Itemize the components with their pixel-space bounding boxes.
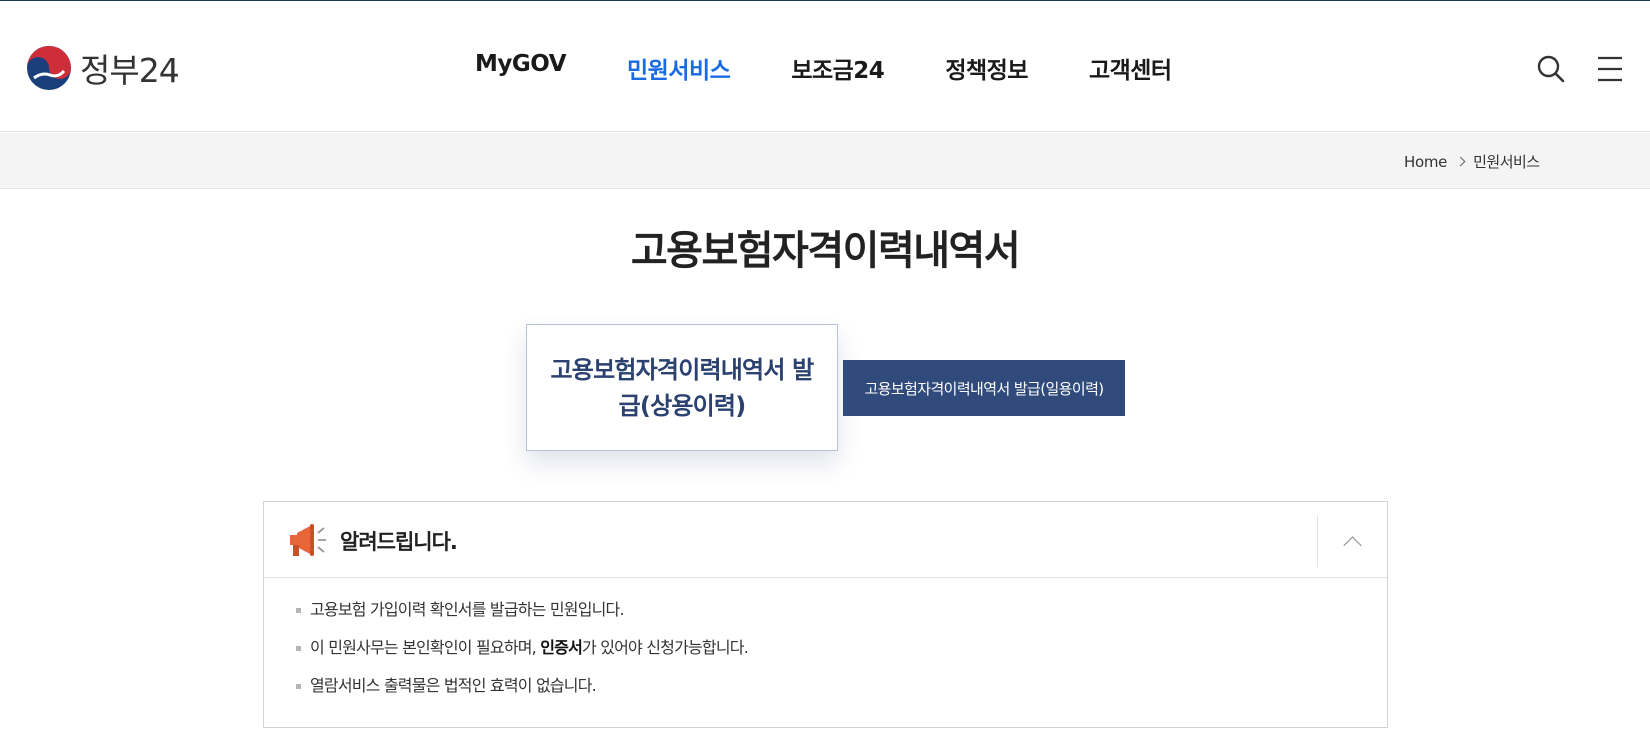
notice-list: 고용보험 가입이력 확인서를 발급하는 민원입니다. 이 민원사무는 본인확인이…: [296, 602, 749, 716]
taegeuk-logo-icon: [27, 46, 71, 90]
site-header: 정부24 MyGOV 민원서비스 보조금24 정책정보 고객센터: [0, 1, 1650, 132]
gov24-logo[interactable]: 정부24: [26, 45, 180, 91]
breadcrumb-bar: Home 민원서비스: [0, 133, 1650, 189]
nav-item-civil-service[interactable]: 민원서비스: [627, 51, 731, 85]
chevron-right-icon: [1455, 156, 1466, 167]
breadcrumb-current[interactable]: 민원서비스: [1473, 151, 1540, 172]
notice-item-text-before: 이 민원사무는 본인확인이 필요하며,: [310, 638, 541, 657]
notice-item: 이 민원사무는 본인확인이 필요하며, 인증서가 있어야 신청가능합니다.: [296, 638, 749, 678]
notice-title: 알려드립니다.: [340, 530, 458, 554]
notice-item: 고용보험 가입이력 확인서를 발급하는 민원입니다.: [296, 602, 748, 640]
logo-text: 정부24: [80, 51, 180, 90]
notice-item: 열람서비스 출력물은 법적인 효력이 없습니다.: [296, 678, 748, 716]
hamburger-menu-icon[interactable]: [1597, 56, 1623, 82]
main-navigation: MyGOV 민원서비스 보조금24 정책정보 고객센터: [475, 51, 1172, 85]
collapse-toggle-button[interactable]: [1317, 515, 1387, 567]
page-title: 고용보험자격이력내역서: [630, 228, 1021, 274]
nav-item-mygov[interactable]: MyGOV: [475, 51, 567, 85]
nav-item-subsidy24[interactable]: 보조금24: [791, 51, 885, 85]
breadcrumb-home-link[interactable]: Home: [1404, 153, 1447, 171]
notice-panel: 알려드립니다. 고용보험 가입이력 확인서를 발급하는 민원입니다. 이 민원사…: [263, 501, 1388, 728]
notice-header: 알려드립니다.: [264, 502, 1387, 578]
chevron-up-icon: [1343, 536, 1362, 555]
notice-item-emphasis: 인증서: [540, 638, 583, 657]
notice-item-text-after: 가 있어야 신청가능합니다.: [582, 638, 749, 657]
search-icon[interactable]: [1536, 54, 1566, 84]
notice-item-text: 열람서비스 출력물은 법적인 효력이 없습니다.: [310, 676, 597, 695]
megaphone-icon: [288, 522, 328, 558]
nav-item-customer-center[interactable]: 고객센터: [1089, 51, 1172, 85]
tab-daily-history-issue-button[interactable]: 고용보험자격이력내역서 발급(일용이력): [843, 360, 1125, 416]
tab-regular-history-issue[interactable]: 고용보험자격이력내역서 발급(상용이력): [526, 324, 838, 451]
breadcrumb: Home 민원서비스: [1404, 151, 1540, 172]
nav-item-policy-info[interactable]: 정책정보: [945, 51, 1028, 85]
notice-item-text: 고용보험 가입이력 확인서를 발급하는 민원입니다.: [310, 600, 625, 619]
